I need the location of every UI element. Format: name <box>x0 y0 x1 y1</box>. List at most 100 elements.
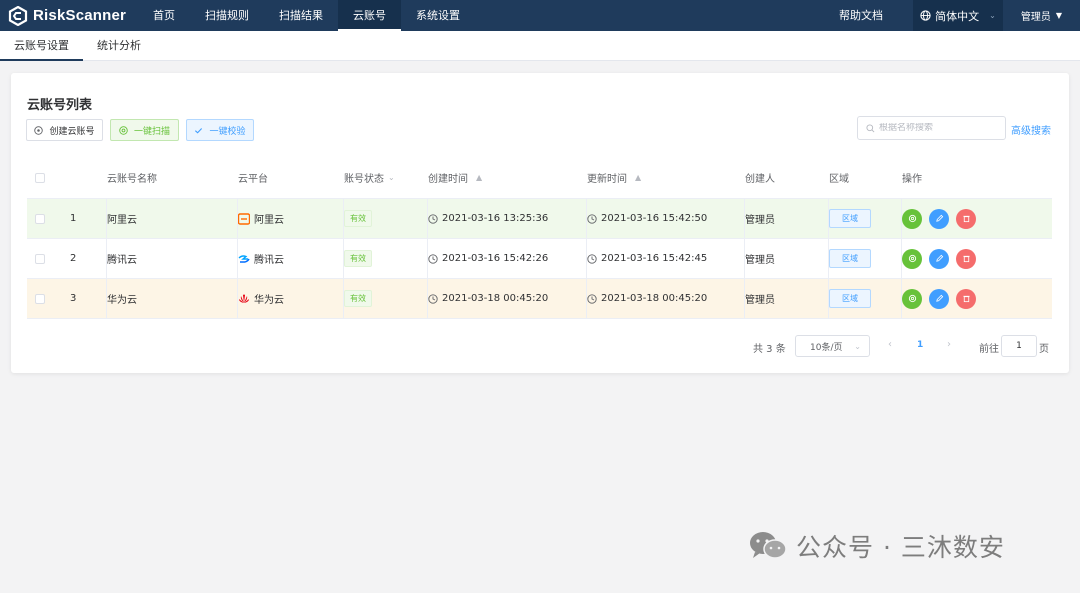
search-icon <box>866 123 875 132</box>
nav-item-scan-rules[interactable]: 扫描规则 <box>190 0 264 31</box>
row-checkbox-cell <box>27 279 63 318</box>
sub-tabs: 云账号设置 统计分析 <box>0 31 1080 61</box>
updated-time-label: 2021-03-16 15:42:50 <box>601 213 708 224</box>
clock-icon <box>428 253 438 264</box>
aliyun-icon <box>238 212 250 225</box>
delete-button[interactable] <box>956 208 976 229</box>
row-updated-time: 2021-03-16 15:42:50 <box>587 199 745 238</box>
row-checkbox[interactable] <box>35 253 45 264</box>
status-badge: 有效 <box>344 290 372 307</box>
row-platform-label: 华为云 <box>254 295 284 306</box>
search-input[interactable] <box>879 123 999 133</box>
created-time-label: 2021-03-16 15:42:26 <box>442 253 549 264</box>
row-platform-label: 阿里云 <box>254 215 284 226</box>
sort-icon: ▲︎ <box>476 173 483 182</box>
tab-statistics[interactable]: 统计分析 <box>83 31 155 61</box>
nav-item-cloud-accounts[interactable]: 云账号 <box>338 0 401 31</box>
updated-time-label: 2021-03-16 15:42:45 <box>601 253 708 264</box>
advanced-search-link[interactable]: 高级搜索 <box>1011 122 1051 137</box>
trash-icon <box>962 215 970 223</box>
scan-icon <box>908 214 916 223</box>
tab-cloud-account-settings[interactable]: 云账号设置 <box>0 31 83 61</box>
row-platform-label: 腾讯云 <box>254 255 284 266</box>
create-cloud-account-label: 创建云账号 <box>49 126 95 137</box>
tencent-cloud-icon <box>238 254 250 263</box>
one-click-verify-button[interactable]: 一键校验 <box>186 119 254 141</box>
header-index-cell <box>63 157 107 198</box>
table-header: 云账号名称 云平台 账号状态 ⌄ 创建时间 ▲︎ 更新时间 ▲︎ 创建人 区域 操作 <box>27 157 1052 199</box>
row-actions <box>902 279 1042 318</box>
header-status[interactable]: 账号状态 ⌄ <box>344 157 428 198</box>
nav-item-scan-results[interactable]: 扫描结果 <box>264 0 338 31</box>
header-updated-label: 更新时间 <box>587 174 627 185</box>
row-creator: 管理员 <box>745 199 829 238</box>
app-logo[interactable]: RiskScanner <box>0 0 138 31</box>
table-row[interactable]: 1 阿里云 阿里云 有效 2021-03-16 13:25:36 2021-03… <box>27 199 1052 239</box>
region-button[interactable]: 区域 <box>829 209 871 228</box>
edit-button[interactable] <box>929 288 949 309</box>
row-account-name: 腾讯云 <box>107 239 238 278</box>
clock-icon <box>587 253 597 264</box>
row-actions <box>902 199 1042 238</box>
header-creator: 创建人 <box>745 174 775 185</box>
row-checkbox[interactable] <box>35 213 45 224</box>
scan-button[interactable] <box>902 208 922 229</box>
select-all-checkbox[interactable] <box>35 172 45 183</box>
globe-icon <box>920 10 931 21</box>
scan-button[interactable] <box>902 288 922 309</box>
row-created-time: 2021-03-18 00:45:20 <box>428 279 587 318</box>
header-created-time[interactable]: 创建时间 ▲︎ <box>428 157 587 198</box>
trash-icon <box>962 255 970 263</box>
one-click-scan-label: 一键扫描 <box>133 126 170 137</box>
row-region-cell: 区域 <box>829 199 902 238</box>
panel-title: 云账号列表 <box>27 98 93 113</box>
clock-icon <box>587 213 597 224</box>
nav-item-home[interactable]: 首页 <box>138 0 190 31</box>
table-row[interactable]: 2 腾讯云 腾讯云 有效 2021-03-16 15:42:26 2021-03… <box>27 239 1052 279</box>
prev-page-button[interactable]: ‹ <box>888 339 892 350</box>
edit-button[interactable] <box>929 248 949 269</box>
page-size-select[interactable]: 10条/页 ⌄ <box>795 335 870 357</box>
header-updated-time[interactable]: 更新时间 ▲︎ <box>587 157 745 198</box>
nav-item-system-settings[interactable]: 系统设置 <box>401 0 475 31</box>
row-creator: 管理员 <box>745 279 829 318</box>
delete-button[interactable] <box>956 248 976 269</box>
table-row[interactable]: 3 华为云 华为云 有效 2021-03-18 00:45:20 2021-03… <box>27 279 1052 319</box>
chevron-down-icon: ⌄ <box>989 11 996 20</box>
one-click-scan-button[interactable]: 一键扫描 <box>110 119 179 141</box>
language-label: 简体中文 <box>935 9 980 23</box>
header-created-label: 创建时间 <box>428 174 468 185</box>
app-logo-text: RiskScanner <box>33 7 127 24</box>
filter-chevron-icon: ⌄ <box>388 173 395 182</box>
create-cloud-account-button[interactable]: 创建云账号 <box>26 119 103 141</box>
next-page-button[interactable]: › <box>947 339 951 350</box>
main-nav: 首页 扫描规则 扫描结果 云账号 系统设置 <box>138 0 475 31</box>
help-docs-link[interactable]: 帮助文档 <box>839 0 913 31</box>
row-checkbox-cell <box>27 239 63 278</box>
search-box <box>857 116 1006 140</box>
row-index: 2 <box>63 239 107 278</box>
check-icon <box>195 127 203 134</box>
goto-page-input[interactable]: 1 <box>1001 335 1037 357</box>
edit-button[interactable] <box>929 208 949 229</box>
scan-icon <box>908 294 916 303</box>
region-button[interactable]: 区域 <box>829 289 871 308</box>
one-click-verify-label: 一键校验 <box>209 126 246 137</box>
huawei-icon <box>239 294 249 303</box>
user-menu[interactable]: 管理员 ▼ <box>1003 0 1080 31</box>
row-checkbox[interactable] <box>35 293 45 304</box>
page-number-current[interactable]: 1 <box>917 340 923 350</box>
header-region: 区域 <box>829 174 849 185</box>
nav-right: 帮助文档 简体中文 ⌄ 管理员 ▼ <box>839 0 1080 31</box>
language-selector[interactable]: 简体中文 ⌄ <box>913 0 1003 31</box>
goto-label: 前往 <box>979 344 999 355</box>
page-suffix-label: 页 <box>1039 344 1049 355</box>
row-creator: 管理员 <box>745 239 829 278</box>
delete-button[interactable] <box>956 288 976 309</box>
scan-icon <box>119 125 128 135</box>
row-created-time: 2021-03-16 15:42:26 <box>428 239 587 278</box>
wechat-icon <box>750 532 787 559</box>
header-status-label: 账号状态 <box>344 174 384 185</box>
region-button[interactable]: 区域 <box>829 249 871 268</box>
scan-button[interactable] <box>902 248 922 269</box>
